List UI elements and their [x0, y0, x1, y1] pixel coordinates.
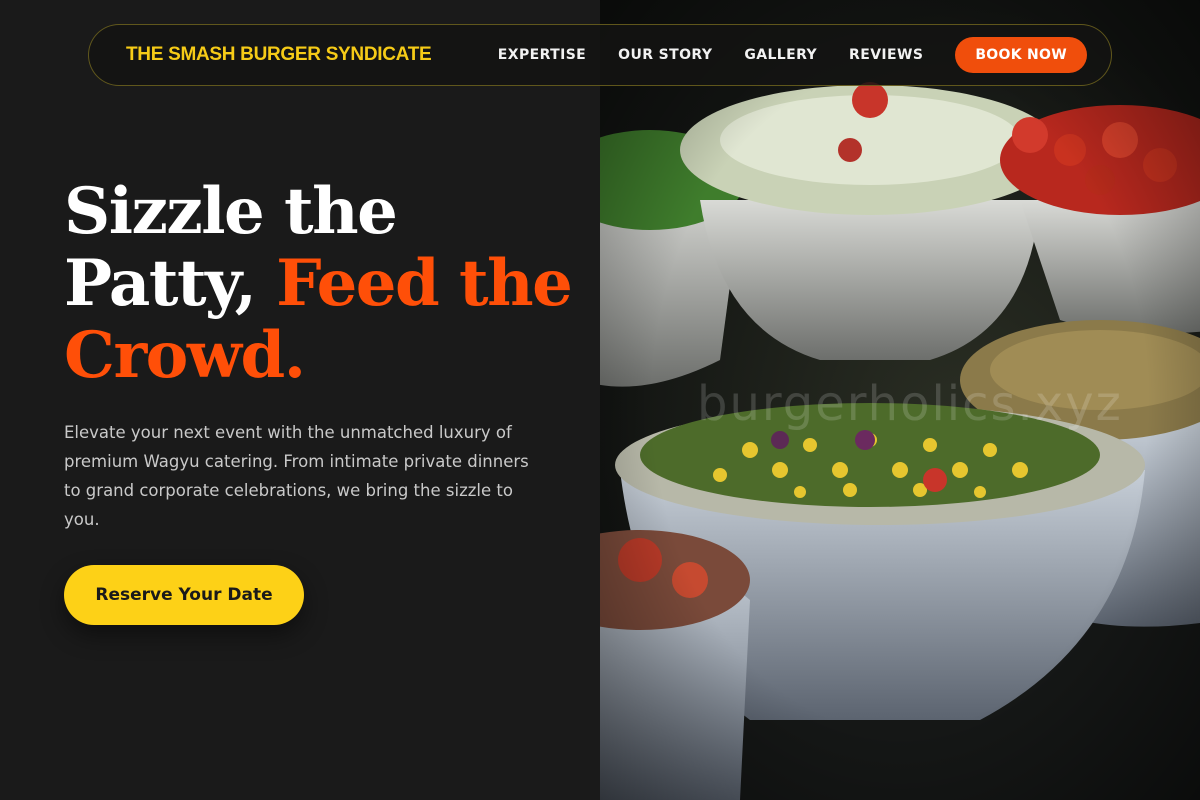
nav-link-our-story[interactable]: OUR STORY [618, 47, 712, 63]
book-now-button[interactable]: BOOK NOW [955, 37, 1087, 73]
nav-link-reviews[interactable]: REVIEWS [849, 47, 923, 63]
nav-links: EXPERTISE OUR STORY GALLERY REVIEWS [498, 47, 924, 63]
nav-link-expertise[interactable]: EXPERTISE [498, 47, 586, 63]
brand-logo[interactable]: THE SMASH BURGER SYNDICATE [126, 44, 432, 66]
hero-left-panel: Sizzle the Patty, Feed the Crowd. Elevat… [0, 0, 600, 800]
top-navigation: THE SMASH BURGER SYNDICATE EXPERTISE OUR… [88, 24, 1112, 86]
image-watermark: burgerholics.xyz [697, 376, 1123, 432]
hero-description: Elevate your next event with the unmatch… [64, 423, 529, 529]
hero-headline: Sizzle the Patty, Feed the Crowd. [64, 176, 584, 392]
reserve-date-button[interactable]: Reserve Your Date [64, 565, 304, 625]
hero-photo-salad-bowls: burgerholics.xyz [600, 0, 1200, 800]
nav-link-gallery[interactable]: GALLERY [744, 47, 817, 63]
